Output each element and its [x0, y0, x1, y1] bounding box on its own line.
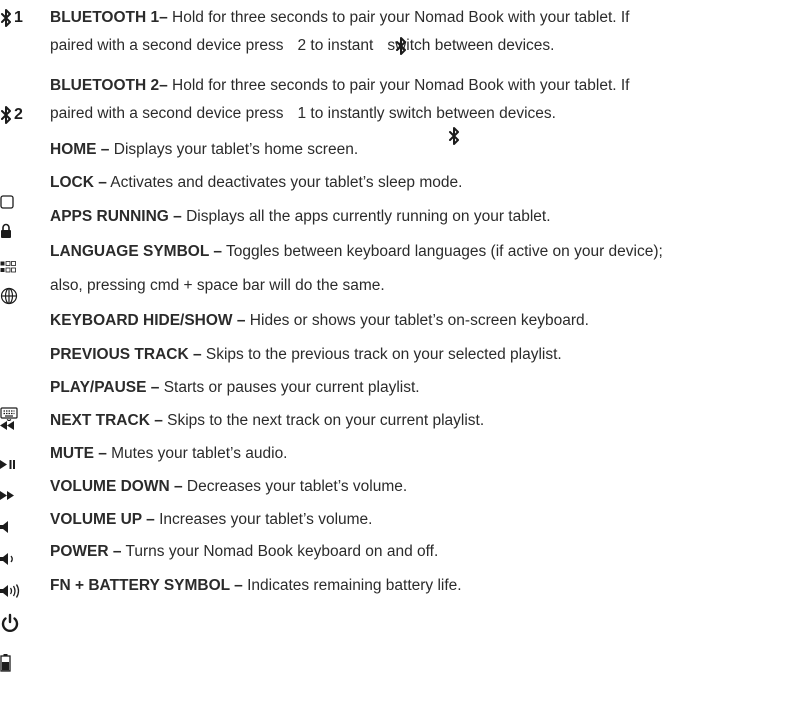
mute-icon	[0, 516, 40, 538]
bluetooth-1-number: 1	[14, 9, 23, 26]
bluetooth-2-line-2: paired with a second device press 1 to in…	[50, 105, 556, 122]
rewind-icon	[0, 414, 40, 436]
home-icon	[0, 191, 40, 213]
battery-line: FN + BATTERY SYMBOL – Indicates remainin…	[50, 577, 462, 594]
home-line: HOME – Displays your tablet’s home scree…	[50, 141, 359, 158]
language-line-2: also, pressing cmd + space bar will do t…	[50, 277, 385, 294]
play-pause-icon	[0, 453, 40, 475]
inline-bluetooth-icon-2	[448, 127, 460, 150]
lock-line: LOCK – Activates and deactivates your ta…	[50, 174, 463, 191]
previous-track-line: PREVIOUS TRACK – Skips to the previous t…	[50, 346, 562, 363]
bluetooth-2-line-1: BLUETOOTH 2– Hold for three seconds to p…	[50, 77, 630, 94]
keyboard-line: KEYBOARD HIDE/SHOW – Hides or shows your…	[50, 312, 589, 329]
mute-line: MUTE – Mutes your tablet’s audio.	[50, 445, 288, 462]
bluetooth-2-number: 2	[14, 106, 23, 123]
bluetooth-2-icon: 2	[0, 104, 40, 126]
play-pause-line: PLAY/PAUSE – Starts or pauses your curre…	[50, 379, 420, 396]
lock-icon	[0, 220, 40, 242]
fast-forward-icon	[0, 484, 40, 506]
power-icon	[0, 612, 40, 634]
battery-icon	[0, 652, 40, 674]
apps-icon	[0, 256, 40, 278]
volume-up-line: VOLUME UP – Increases your tablet’s volu…	[50, 511, 373, 528]
apps-line: APPS RUNNING – Displays all the apps cur…	[50, 208, 551, 225]
globe-icon	[0, 285, 40, 307]
next-track-line: NEXT TRACK – Skips to the next track on …	[50, 412, 485, 429]
volume-down-icon	[0, 548, 40, 570]
volume-up-icon	[0, 580, 40, 602]
language-line-1: LANGUAGE SYMBOL – Toggles between keyboa…	[50, 243, 663, 260]
bluetooth-1-icon: 1	[0, 7, 40, 29]
bluetooth-1-line-1: BLUETOOTH 1– Hold for three seconds to p…	[50, 9, 630, 26]
inline-bluetooth-icon	[395, 37, 407, 60]
bluetooth-1-line-2: paired with a second device press 2 to in…	[50, 37, 555, 54]
volume-down-line: VOLUME DOWN – Decreases your tablet’s vo…	[50, 478, 408, 495]
power-line: POWER – Turns your Nomad Book keyboard o…	[50, 543, 439, 560]
